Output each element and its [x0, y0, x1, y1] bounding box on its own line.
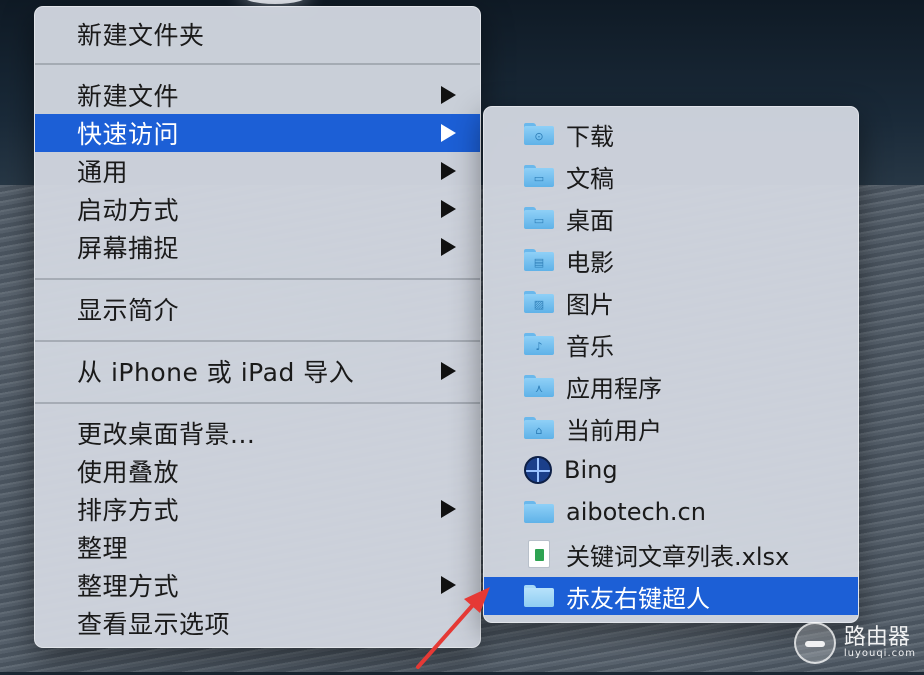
documents-folder-icon: ▭: [524, 165, 554, 187]
pictures-folder-icon: ▨: [524, 291, 554, 313]
menu-separator: [35, 63, 480, 65]
submenu-item-label: Bing: [564, 456, 618, 484]
submenu-item-label: 电影: [566, 248, 614, 277]
submenu-item-label: 下载: [566, 122, 614, 151]
menu-item-quick-access[interactable]: 快速访问: [35, 114, 480, 152]
submenu-item-label: 赤友右键超人: [566, 584, 710, 613]
submenu-item-music[interactable]: ♪ 音乐: [484, 325, 858, 363]
menu-item-new-file[interactable]: 新建文件: [35, 76, 480, 114]
menu-item-sort-by[interactable]: 排序方式: [35, 490, 480, 528]
submenu-item-pictures[interactable]: ▨ 图片: [484, 283, 858, 321]
submenu-item-applications[interactable]: ⋏ 应用程序: [484, 367, 858, 405]
menu-item-general[interactable]: 通用: [35, 152, 480, 190]
downloads-folder-icon: ⊙: [524, 123, 554, 145]
menu-item-label: 启动方式: [77, 196, 180, 225]
movies-folder-icon: ▤: [524, 249, 554, 271]
submenu-arrow-icon: [441, 86, 456, 104]
quick-access-submenu: ⊙ 下载 ▭ 文稿 ▭ 桌面 ▤ 电影 ▨ 图片 ♪ 音乐 ⋏ 应用程序 ⌂ 当…: [483, 106, 859, 623]
menu-item-label: 显示简介: [77, 296, 180, 325]
submenu-item-label: 桌面: [566, 206, 614, 235]
folder-icon: [524, 585, 554, 607]
menu-item-import-from-iphone[interactable]: 从 iPhone 或 iPad 导入: [35, 352, 480, 390]
menu-item-label: 新建文件: [77, 82, 180, 111]
menu-item-label: 整理方式: [77, 572, 180, 601]
submenu-item-label: 关键词文章列表.xlsx: [566, 542, 790, 571]
watermark-subtext: luyouqi.com: [843, 648, 916, 660]
submenu-item-label: 文稿: [566, 164, 614, 193]
home-folder-icon: ⌂: [524, 417, 554, 439]
watermark: 路由器 luyouqi.com: [793, 622, 916, 664]
menu-item-label: 整理: [77, 534, 129, 563]
menu-item-change-desktop-background[interactable]: 更改桌面背景...: [35, 414, 480, 452]
desktop-context-menu: 新建文件夹 新建文件 快速访问 通用 启动方式 屏幕捕捉 显示简介 从 iPho…: [34, 6, 481, 648]
menu-item-label: 新建文件夹: [77, 21, 205, 50]
submenu-item-downloads[interactable]: ⊙ 下载: [484, 115, 858, 153]
menu-item-label: 更改桌面背景...: [77, 420, 256, 449]
menu-item-clean-up[interactable]: 整理: [35, 528, 480, 566]
submenu-item-movies[interactable]: ▤ 电影: [484, 241, 858, 279]
menu-item-label: 屏幕捕捉: [77, 234, 180, 263]
router-logo-icon: [793, 622, 836, 664]
submenu-item-documents[interactable]: ▭ 文稿: [484, 157, 858, 195]
menu-item-label: 通用: [77, 158, 129, 187]
submenu-item-aibotech[interactable]: aibotech.cn: [484, 493, 858, 531]
menu-separator: [35, 340, 480, 342]
submenu-arrow-icon: [441, 500, 456, 518]
menu-item-label: 排序方式: [77, 496, 180, 525]
submenu-item-current-user[interactable]: ⌂ 当前用户: [484, 409, 858, 447]
submenu-arrow-icon: [441, 162, 456, 180]
submenu-arrow-icon: [441, 124, 456, 142]
submenu-item-label: aibotech.cn: [566, 498, 706, 526]
submenu-item-keyword-xlsx[interactable]: 关键词文章列表.xlsx: [484, 535, 858, 573]
spreadsheet-file-icon: [528, 540, 550, 568]
menu-item-label: 从 iPhone 或 iPad 导入: [77, 358, 355, 387]
menu-item-open-with[interactable]: 启动方式: [35, 190, 480, 228]
submenu-item-desktop[interactable]: ▭ 桌面: [484, 199, 858, 237]
submenu-arrow-icon: [441, 362, 456, 380]
submenu-item-chiyou-superman[interactable]: 赤友右键超人: [484, 577, 858, 615]
submenu-item-label: 图片: [566, 290, 614, 319]
menu-separator: [35, 278, 480, 280]
globe-icon: [524, 456, 552, 484]
menu-item-screen-capture[interactable]: 屏幕捕捉: [35, 228, 480, 266]
watermark-text: 路由器: [843, 625, 910, 651]
submenu-arrow-icon: [441, 238, 456, 256]
desktop-folder-icon: ▭: [524, 207, 554, 229]
menu-item-label: 使用叠放: [77, 458, 180, 487]
applications-folder-icon: ⋏: [524, 375, 554, 397]
submenu-item-label: 当前用户: [566, 416, 662, 445]
folder-icon: [524, 501, 554, 523]
menu-item-use-stacks[interactable]: 使用叠放: [35, 452, 480, 490]
submenu-item-label: 应用程序: [566, 374, 662, 403]
menu-item-label: 快速访问: [77, 120, 180, 149]
submenu-item-bing[interactable]: Bing: [484, 451, 858, 489]
submenu-item-label: 音乐: [566, 332, 614, 361]
menu-separator: [35, 402, 480, 404]
menu-item-get-info[interactable]: 显示简介: [35, 290, 480, 328]
music-folder-icon: ♪: [524, 333, 554, 355]
menu-item-label: 查看显示选项: [77, 610, 231, 639]
annotation-arrow-icon: [416, 587, 490, 669]
submenu-arrow-icon: [441, 200, 456, 218]
menu-item-new-folder[interactable]: 新建文件夹: [35, 15, 480, 53]
